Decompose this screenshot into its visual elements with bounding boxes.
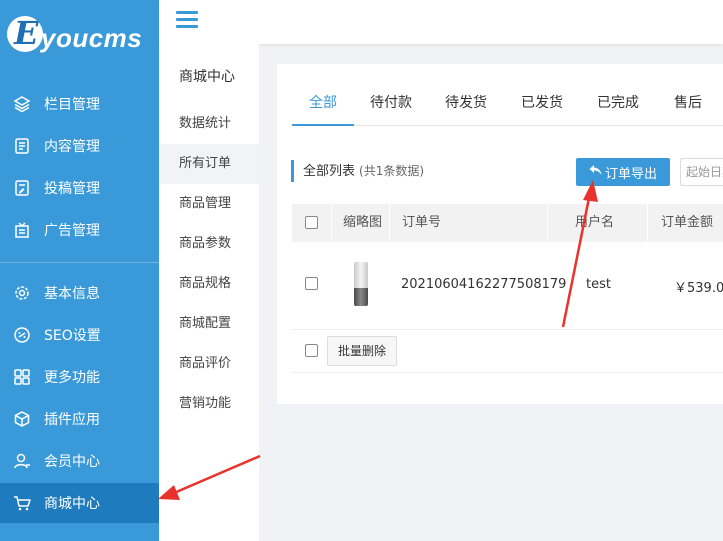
document-icon (12, 136, 32, 156)
order-amount: ￥539.00 (674, 281, 723, 296)
logo-text: youcms (41, 23, 143, 53)
batch-select-checkbox[interactable] (305, 344, 318, 357)
col-order-no: 订单号 (402, 215, 442, 230)
menu-toggle-icon[interactable] (176, 11, 198, 29)
sidebar-item-ads[interactable]: 广告管理 (0, 210, 159, 250)
submenu-item-product-specs[interactable]: 商品规格 (159, 264, 259, 304)
record-count: (共1条数据) (359, 164, 425, 178)
column-divider (331, 204, 332, 242)
col-amount: 订单金额 (661, 215, 714, 230)
table-header: 缩略图 订单号 用户名 订单金额 (292, 204, 723, 242)
orders-panel: 全部 待付款 待发货 已发货 已完成 售后 全部列表 (共1条数据) 订单导出 起… (277, 64, 723, 404)
reply-arrow-icon (589, 164, 602, 180)
sidebar-item-label: 内容管理 (44, 139, 100, 155)
select-all-checkbox[interactable] (305, 216, 318, 229)
sidebar-item-label: 更多功能 (44, 370, 100, 386)
start-date-input[interactable]: 起始日期 (680, 158, 723, 186)
sidebar-item-seo[interactable]: SEO设置 (0, 315, 159, 355)
cube-icon (12, 409, 32, 429)
sidebar-item-columns[interactable]: 栏目管理 (0, 84, 159, 124)
export-label: 订单导出 (604, 166, 657, 182)
edit-document-icon (12, 178, 32, 198)
column-divider (547, 204, 548, 242)
row-checkbox[interactable] (305, 277, 318, 290)
sidebar-item-label: 广告管理 (44, 223, 100, 239)
sidebar-item-shop[interactable]: 商城中心 (0, 483, 159, 523)
sidebar-item-label: 商城中心 (44, 496, 100, 512)
tab-shipped[interactable]: 已发货 (521, 90, 563, 126)
list-header: 全部列表 (共1条数据) (291, 160, 424, 182)
submenu-item-products[interactable]: 商品管理 (159, 184, 259, 224)
table-row[interactable]: 20210604162277508179 test ￥539.00 (292, 242, 723, 330)
tab-pending-payment[interactable]: 待付款 (370, 90, 412, 126)
submenu-item-all-orders[interactable]: 所有订单 (159, 144, 259, 184)
sidebar-item-members[interactable]: 会员中心 (0, 441, 159, 481)
sidebar-item-plugins[interactable]: 插件应用 (0, 399, 159, 439)
submenu-item-marketing[interactable]: 营销功能 (159, 384, 259, 424)
gear-icon (12, 283, 32, 303)
seo-icon (12, 325, 32, 345)
tab-pending-shipment[interactable]: 待发货 (445, 90, 487, 126)
batch-delete-button[interactable]: 批量删除 (327, 336, 397, 366)
eyoucms-logo[interactable]: E youcms (7, 14, 147, 58)
sidebar-item-label: 基本信息 (44, 286, 100, 302)
col-username: 用户名 (575, 215, 615, 230)
grid-icon (12, 367, 32, 387)
list-title: 全部列表 (303, 164, 356, 179)
layers-icon (12, 94, 32, 114)
sidebar-item-basic-info[interactable]: 基本信息 (0, 273, 159, 313)
sidebar-item-label: 栏目管理 (44, 97, 100, 113)
top-bar (159, 0, 723, 44)
product-thumbnail[interactable] (354, 262, 368, 306)
submenu-item-shop-config[interactable]: 商城配置 (159, 304, 259, 344)
sidebar-item-label: SEO设置 (44, 328, 101, 344)
col-thumbnail: 缩略图 (343, 215, 383, 230)
submenu-item-reviews[interactable]: 商品评价 (159, 344, 259, 384)
ad-icon (12, 220, 32, 240)
order-status-tabs: 全部 待付款 待发货 已发货 已完成 售后 (292, 90, 723, 126)
sidebar-item-submissions[interactable]: 投稿管理 (0, 168, 159, 208)
submenu-item-stats[interactable]: 数据统计 (159, 104, 259, 144)
order-number: 20210604162277508179 (401, 277, 567, 292)
sidebar-item-label: 会员中心 (44, 454, 100, 470)
submenu-item-product-params[interactable]: 商品参数 (159, 224, 259, 264)
cart-icon (12, 493, 32, 513)
main-sidebar: E youcms 栏目管理 内容管理 投稿管理 广告管理 基本信息 SEO设置 … (0, 0, 159, 541)
sidebar-item-label: 插件应用 (44, 412, 100, 428)
sidebar-item-content[interactable]: 内容管理 (0, 126, 159, 166)
submenu-title: 商城中心 (179, 69, 235, 85)
tab-all[interactable]: 全部 (292, 90, 354, 126)
sidebar-divider (0, 262, 159, 263)
batch-actions-row: 批量删除 (292, 330, 723, 373)
tab-completed[interactable]: 已完成 (597, 90, 639, 126)
column-divider (389, 204, 390, 242)
tab-after-sales[interactable]: 售后 (674, 90, 702, 126)
export-orders-button[interactable]: 订单导出 (576, 158, 670, 186)
user-icon (12, 451, 32, 471)
sidebar-item-label: 投稿管理 (44, 181, 100, 197)
column-divider (647, 204, 648, 242)
sidebar-item-more[interactable]: 更多功能 (0, 357, 159, 397)
secondary-menu: 商城中心 数据统计 所有订单 商品管理 商品参数 商品规格 商城配置 商品评价 … (159, 44, 259, 541)
logo-letter: E (14, 14, 39, 52)
order-username: test (586, 277, 611, 292)
